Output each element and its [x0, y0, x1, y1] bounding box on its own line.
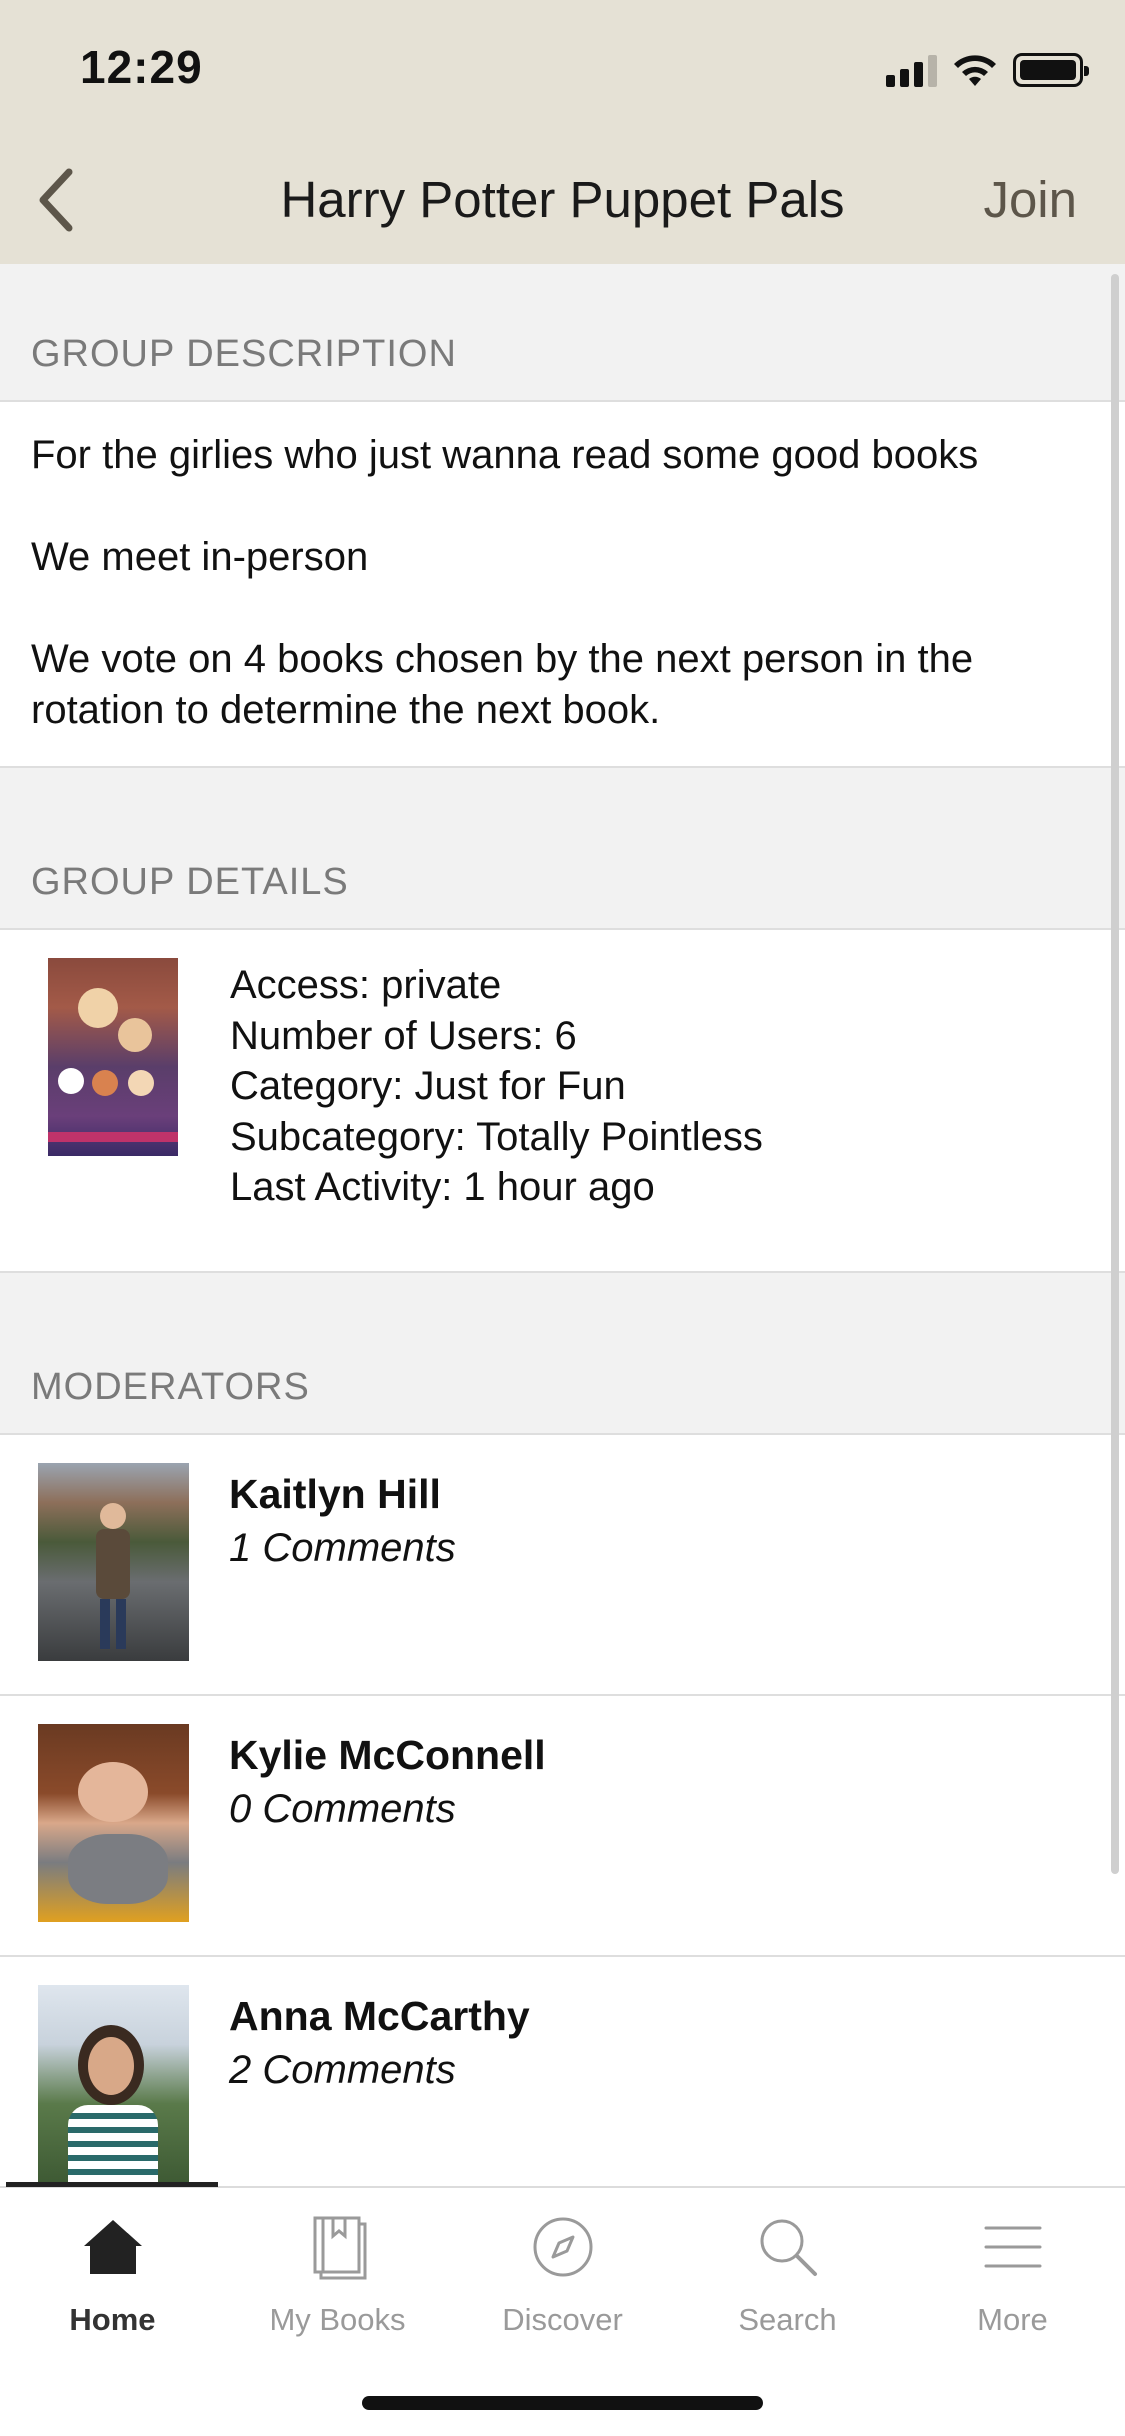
moderators-list: Kaitlyn Hill 1 Comments Kylie McConnell …: [0, 1434, 1125, 2186]
moderator-name[interactable]: Kaitlyn Hill: [229, 1467, 456, 1521]
navigation-bar: Harry Potter Puppet Pals Join: [0, 150, 1125, 250]
detail-access: Access: private: [230, 963, 502, 1007]
top-bar: 12:29 Harry Potter Puppet Pals Join: [0, 0, 1125, 264]
group-cover-image: [48, 958, 178, 1156]
books-icon: [313, 2216, 366, 2280]
tab-search[interactable]: Search: [675, 2212, 900, 2352]
group-description: For the girlies who just wanna read some…: [0, 402, 1125, 768]
moderator-comments: 2 Comments: [229, 2047, 456, 2092]
moderator-comments: 0 Comments: [229, 1786, 456, 1831]
detail-category: Category: Just for Fun: [230, 1064, 626, 1108]
avatar: [38, 1462, 189, 1661]
search-icon: [760, 2219, 817, 2276]
description-paragraph: We vote on 4 books chosen by the next pe…: [31, 637, 974, 732]
tab-more[interactable]: More: [900, 2212, 1125, 2352]
moderator-comments: 1 Comments: [229, 1525, 456, 1570]
description-paragraph: For the girlies who just wanna read some…: [31, 433, 979, 477]
description-paragraph: We meet in-person: [31, 535, 369, 579]
group-content[interactable]: GROUP DESCRIPTION For the girlies who ju…: [0, 264, 1125, 2186]
group-details: Access: private Number of Users: 6 Categ…: [0, 930, 1125, 1273]
battery-icon: [1013, 53, 1089, 87]
detail-subcategory: Subcategory: Totally Pointless: [230, 1114, 763, 1159]
compass-icon: [533, 2217, 592, 2277]
tab-label: Home: [69, 2302, 156, 2337]
moderator-row[interactable]: Anna McCarthy 2 Comments: [0, 1956, 1125, 2186]
home-icon: [83, 2220, 142, 2274]
status-icons: [886, 50, 1089, 90]
tab-label: Discover: [502, 2302, 623, 2337]
tab-label: Search: [738, 2302, 837, 2337]
tab-my-books[interactable]: My Books: [225, 2212, 450, 2352]
avatar: [38, 1723, 189, 1922]
moderator-row[interactable]: Kylie McConnell 0 Comments: [0, 1695, 1125, 1957]
wifi-icon: [954, 55, 996, 86]
menu-icon: [984, 2226, 1041, 2268]
active-tab-indicator: [6, 2182, 218, 2187]
tab-discover[interactable]: Discover: [450, 2212, 675, 2352]
page-title: Harry Potter Puppet Pals: [280, 171, 845, 228]
moderator-name[interactable]: Anna McCarthy: [229, 1989, 530, 2043]
detail-users: Number of Users: 6: [230, 1013, 577, 1058]
join-button[interactable]: Join: [983, 170, 1077, 229]
section-heading-moderators: MODERATORS: [0, 1273, 1125, 1435]
moderator-row[interactable]: Kaitlyn Hill 1 Comments: [0, 1434, 1125, 1696]
detail-last-activity: Last Activity: 1 hour ago: [230, 1165, 655, 1209]
scrollbar[interactable]: [1111, 274, 1119, 1874]
section-heading-details: GROUP DETAILS: [0, 768, 1125, 930]
tab-home[interactable]: Home: [0, 2212, 225, 2352]
avatar: [38, 1984, 189, 2183]
tab-label: My Books: [269, 2302, 406, 2337]
home-indicator[interactable]: [362, 2396, 763, 2410]
section-heading-description: GROUP DESCRIPTION: [0, 264, 1125, 402]
moderator-name[interactable]: Kylie McConnell: [229, 1728, 546, 1782]
tab-label: More: [977, 2302, 1048, 2337]
status-time: 12:29: [80, 41, 203, 93]
cellular-signal-icon: [886, 53, 937, 87]
